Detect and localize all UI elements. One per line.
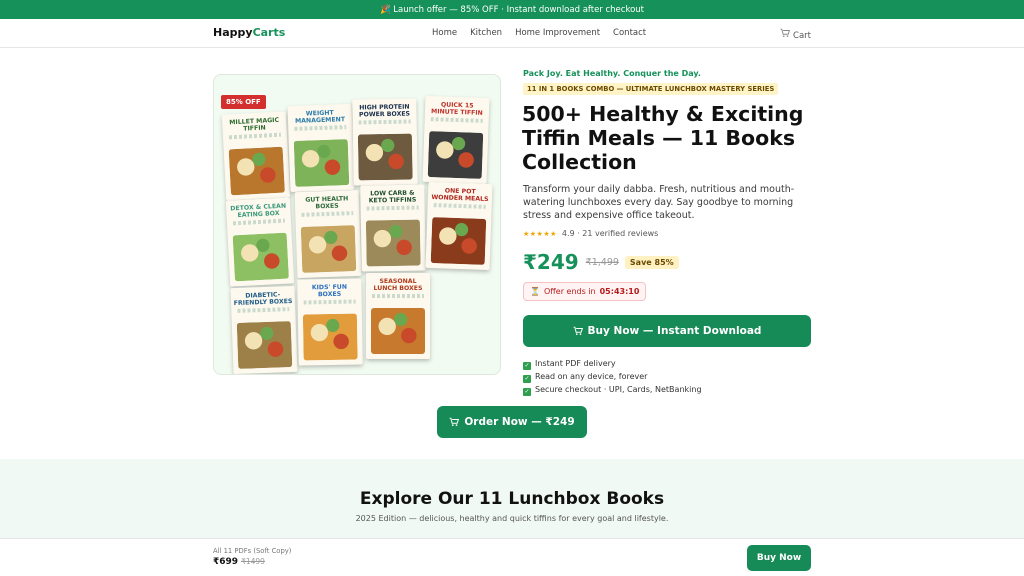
book-title: QUICK 15 MINUTE TIFFIN [430,101,483,117]
food-photo [371,308,425,354]
cart-icon [573,326,583,335]
book-subtitle-lines [358,119,411,125]
party-icon: 🎉 [379,4,391,15]
book-title: LOW CARB & KETO TIFFINS [368,189,417,204]
logo-accent-text: Carts [252,26,286,39]
book-cover: HIGH PROTEIN POWER BOXES [352,98,418,186]
food-photo [430,217,487,265]
book-title: ONE POT WONDER MEALS [431,187,489,203]
cart-label: Cart [793,31,811,41]
product-image-card: 85% OFF MILLET MAGIC TIFFIN WEIGHT MANAGE… [213,74,501,375]
explore-title: Explore Our 11 Lunchbox Books [359,489,665,509]
original-price: ₹1,499 [585,256,619,268]
book-cover: GUT HEALTH BOXES [294,189,362,279]
check-icon: ✓ [523,362,531,370]
nav-link-home-improvement[interactable]: Home Improvement [515,28,600,38]
book-cover: LOW CARB & KETO TIFFINS [360,184,426,272]
food-photo [365,219,421,267]
current-price: ₹249 [523,250,579,274]
rating-text[interactable]: 4.9 · 21 verified reviews [562,229,658,238]
book-cover: MILLET MAGIC TIFFIN [221,111,291,201]
book-cover: DETOX & CLEAN EATING BOX [225,197,295,287]
logo-main-text: Happy [213,26,253,39]
book-title: WEIGHT MANAGEMENT [294,109,346,125]
nav-links: Home Kitchen Home Improvement Contact [432,28,646,38]
sticky-buy-bar: All 11 PDFs (Soft Copy) ₹699 ₹1499 Buy No… [0,538,1024,576]
offer-countdown: ⏳ Offer ends in 05:43:10 [523,282,647,301]
food-photo [300,225,357,273]
offer-label: Offer ends in [543,287,596,296]
feature-text: Secure checkout · UPI, Cards, NetBanking [535,385,702,394]
product-title: 500+ Healthy & Exciting Tiffin Meals — 1… [522,102,804,174]
offer-timer: 05:43:10 [599,287,640,296]
sticky-buy-now-button[interactable]: Buy Now [747,545,811,571]
food-photo [293,139,350,187]
book-cover: SEASONAL LUNCH BOXES [366,273,430,359]
feature-item: ✓ Instant PDF delivery [523,357,702,370]
food-photo [236,321,293,369]
book-cover: ONE POT WONDER MEALS [425,181,493,271]
feature-text: Read on any device, forever [535,372,648,381]
book-cover: DIABETIC-FRIENDLY BOXES [230,285,298,374]
book-title: DIABETIC-FRIENDLY BOXES [233,291,293,307]
order-now-label: Order Now — ₹249 [464,416,575,428]
food-photo [228,146,285,196]
product-description: Transform your daily dabba. Fresh, nutri… [523,184,795,221]
promo-bar: 🎉 Launch offer — 85% OFF · Instant downl… [0,0,1024,19]
check-icon: ✓ [523,388,531,396]
check-icon: ✓ [523,375,531,383]
book-subtitle-lines [430,117,483,123]
feature-text: Instant PDF delivery [535,359,616,368]
cart-icon [780,28,791,37]
book-cover: KIDS' FUN BOXES [297,278,363,366]
explore-section: Explore Our 11 Lunchbox Books 2025 Editi… [0,459,1024,539]
feature-item: ✓ Secure checkout · UPI, Cards, NetBankin… [523,383,702,396]
top-nav: HappyCarts Home Kitchen Home Improvement… [0,19,1024,48]
food-photo [302,313,358,361]
book-title: KIDS' FUN BOXES [311,283,348,298]
discount-tag: 85% OFF [221,95,266,109]
cart-link[interactable]: Cart [780,28,811,41]
sticky-old-price: ₹1499 [241,557,265,566]
sticky-label: All 11 PDFs (Soft Copy) [213,547,292,555]
food-photo [232,232,289,282]
save-badge: Save 85% [624,255,679,269]
book-title: HIGH PROTEIN POWER BOXES [358,103,411,118]
book-subtitle-lines [366,205,419,211]
nav-link-home[interactable]: Home [432,28,457,38]
food-photo [427,131,484,179]
buy-now-label: Buy Now — Instant Download [587,325,762,337]
buy-now-button[interactable]: Buy Now — Instant Download [523,315,811,347]
site-logo[interactable]: HappyCarts [213,26,285,39]
rating: ★★★★★ 4.9 · 21 verified reviews [523,229,658,238]
book-title: GUT HEALTH BOXES [305,195,349,210]
book-subtitle-lines [433,203,486,209]
book-subtitle-lines [301,211,354,217]
explore-subtitle: 2025 Edition — delicious, healthy and qu… [355,514,669,523]
rating-stars-icon: ★★★★★ [523,229,557,238]
book-subtitle-lines [237,307,290,313]
nav-link-kitchen[interactable]: Kitchen [470,28,502,38]
sticky-price: ₹699 [213,557,239,567]
promo-text: Launch offer — 85% OFF · Instant downloa… [393,4,645,15]
book-cover: QUICK 15 MINUTE TIFFIN [422,95,490,185]
nav-link-contact[interactable]: Contact [613,28,646,38]
book-cover: WEIGHT MANAGEMENT [287,103,355,193]
book-subtitle-lines [372,294,424,298]
product-tagline: Pack Joy. Eat Healthy. Conquer the Day. [523,69,701,78]
book-title: SEASONAL LUNCH BOXES [373,278,423,292]
feature-list: ✓ Instant PDF delivery ✓ Read on any devic… [523,357,702,396]
sticky-price-group: ₹699 ₹1499 [213,557,265,567]
hourglass-icon: ⏳ [530,287,540,296]
combo-badge: 11 IN 1 BOOKS COMBO — ULTIMATE LUNCHBOX … [523,83,779,95]
book-subtitle-lines [294,125,347,131]
price-row: ₹249 ₹1,499 Save 85% [523,250,679,274]
book-subtitle-lines [303,299,356,305]
feature-item: ✓ Read on any device, forever [523,370,702,383]
food-photo [357,133,413,181]
order-now-button[interactable]: Order Now — ₹249 [437,406,587,438]
cart-icon [449,417,460,426]
